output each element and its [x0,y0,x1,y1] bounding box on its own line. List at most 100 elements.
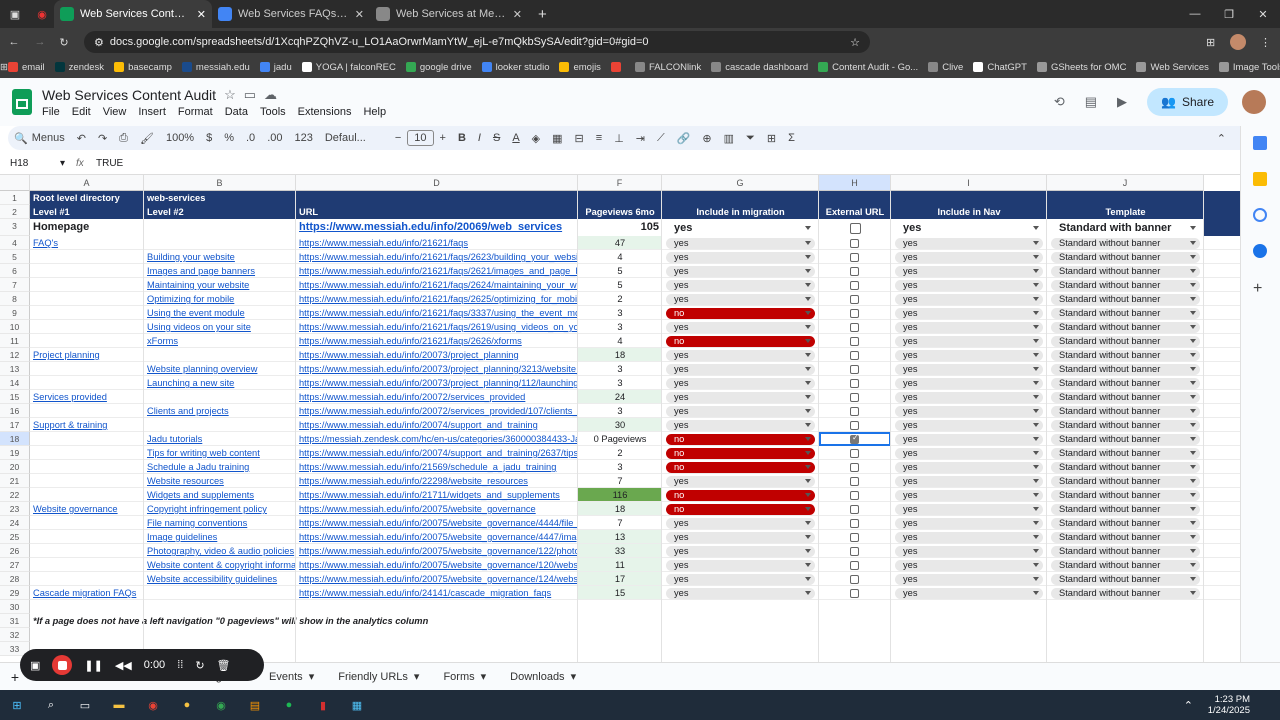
filter-views-icon[interactable]: ⊞ [761,132,782,145]
dropdown-chip[interactable]: Standard without banner [1051,573,1200,585]
level1-link[interactable] [30,460,144,474]
dropdown-chip[interactable]: yes [666,222,815,234]
level2-link[interactable] [144,586,296,600]
url-link[interactable]: https://www.messiah.edu/info/20074/suppo… [296,418,578,432]
external-url-checkbox[interactable] [850,223,861,234]
currency-format-button[interactable]: $ [200,132,218,144]
external-url-checkbox[interactable] [850,308,859,318]
dropdown-chip[interactable]: yes [895,265,1043,277]
row-header[interactable]: 32 [0,628,30,642]
spotify-icon[interactable]: ● [272,699,306,711]
level1-link[interactable] [30,264,144,278]
dropdown-chip[interactable]: yes [895,573,1043,585]
comment-icon[interactable]: ▤ [1085,94,1097,110]
dropdown-chip[interactable]: yes [666,573,815,585]
url-link[interactable]: https://www.messiah.edu/info/24141/casca… [296,586,578,600]
document-title[interactable]: Web Services Content Audit [42,87,216,103]
dropdown-chip[interactable]: Standard without banner [1051,489,1200,501]
url-link[interactable]: https://www.messiah.edu/info/20073/proje… [296,362,578,376]
browser-menu-icon[interactable]: ⋮ [1260,36,1280,49]
level2-link[interactable] [144,348,296,362]
url-link[interactable]: https://www.messiah.edu/info/20075/websi… [296,516,578,530]
record-icon[interactable]: ◉ [30,8,54,21]
calendar-icon[interactable] [1253,136,1267,150]
level2-link[interactable]: xForms [144,334,296,348]
chrome-icon[interactable]: ◉ [136,699,170,712]
url-link[interactable]: https://www.messiah.edu/info/20075/websi… [296,572,578,586]
level1-link[interactable] [30,278,144,292]
row-header[interactable]: 11 [0,334,30,348]
level2-link[interactable]: Jadu tutorials [144,432,296,446]
level1-link[interactable] [30,404,144,418]
collapse-toolbar-icon[interactable]: ⌃ [1211,132,1232,145]
dropdown-chip[interactable]: yes [895,237,1043,249]
chrome-profile-icon[interactable]: ◉ [204,699,238,712]
dropdown-chip[interactable]: Standard without banner [1051,461,1200,473]
level1-link[interactable] [30,320,144,334]
dropdown-chip[interactable]: yes [895,433,1043,445]
external-url-checkbox[interactable] [850,504,859,514]
increase-decimal-button[interactable]: .00 [261,132,288,144]
column-header[interactable]: D [296,175,578,191]
url-link[interactable]: https://www.messiah.edu/info/20075/websi… [296,530,578,544]
dropdown-chip[interactable]: Standard without banner [1051,531,1200,543]
external-url-checkbox[interactable] [850,448,859,458]
dropdown-chip[interactable]: yes [895,545,1043,557]
decrease-decimal-button[interactable]: .0 [240,132,261,144]
move-folder-icon[interactable]: ▭ [244,87,256,103]
sheet-tab-dropdown-icon[interactable]: ▾ [414,670,420,683]
row-header[interactable]: 4 [0,236,30,250]
file-explorer-icon[interactable]: ▬ [102,699,136,711]
level1-link[interactable] [30,488,144,502]
column-header[interactable]: F [578,175,662,191]
close-tab-icon[interactable]: ✕ [355,8,364,21]
menu-format[interactable]: Format [178,106,213,118]
norton-icon[interactable]: ● [170,699,204,711]
dropdown-chip[interactable]: yes [895,349,1043,361]
dropdown-chip[interactable]: yes [895,279,1043,291]
url-link[interactable]: https://www.messiah.edu/info/21621/faqs/… [296,320,578,334]
level2-link[interactable]: Website content & copyright informatic [144,558,296,572]
external-url-checkbox[interactable] [850,294,859,304]
row-header[interactable]: 31 [0,614,30,628]
align-horizontal-icon[interactable]: ≡ [590,132,608,144]
menu-file[interactable]: File [42,106,60,118]
fill-color-icon[interactable]: ◈ [526,132,546,145]
row-header[interactable]: 6 [0,264,30,278]
dropdown-chip[interactable]: Standard without banner [1051,377,1200,389]
sheet-tab[interactable]: Friendly URLs ▾ [326,663,431,690]
level1-link[interactable]: Website governance [30,502,144,516]
history-icon[interactable]: ⟲ [1054,94,1065,110]
menu-edit[interactable]: Edit [72,106,91,118]
dropdown-chip[interactable]: Standard without banner [1051,265,1200,277]
url-field[interactable]: ⚙ docs.google.com/spreadsheets/d/1XcqhPZ… [84,31,870,53]
dropdown-chip[interactable]: yes [895,363,1043,375]
dropdown-chip[interactable]: yes [666,363,815,375]
row-header[interactable]: 12 [0,348,30,362]
sublime-icon[interactable]: ▤ [238,699,272,712]
level1-link[interactable]: Support & training [30,418,144,432]
filezilla-icon[interactable]: ▮ [306,699,340,712]
dropdown-chip[interactable]: yes [666,293,815,305]
dropdown-chip[interactable]: yes [895,503,1043,515]
external-url-checkbox[interactable] [850,462,859,472]
dropdown-chip[interactable]: no [666,335,815,347]
text-color-button[interactable]: A [506,132,525,144]
row-header[interactable]: 27 [0,558,30,572]
level1-link[interactable] [30,544,144,558]
row-header[interactable]: 18 [0,432,30,446]
dropdown-chip[interactable]: Standard without banner [1051,419,1200,431]
dropdown-chip[interactable]: yes [666,559,815,571]
level2-link[interactable]: Using videos on your site [144,320,296,334]
dropdown-chip[interactable]: Standard without banner [1051,503,1200,515]
url-link[interactable]: https://www.messiah.edu/info/22298/websi… [296,474,578,488]
profile-avatar[interactable] [1230,34,1246,50]
url-link[interactable]: https://www.messiah.edu/info/21621/faqs/… [296,306,578,320]
dropdown-chip[interactable]: Standard without banner [1051,587,1200,599]
meet-icon[interactable]: ▶ [1117,94,1127,110]
external-url-checkbox[interactable] [850,476,859,486]
tasks-icon[interactable] [1253,208,1267,222]
windows-start-icon[interactable]: ⊞ [0,699,34,712]
row-header[interactable]: 9 [0,306,30,320]
dropdown-chip[interactable]: yes [895,391,1043,403]
